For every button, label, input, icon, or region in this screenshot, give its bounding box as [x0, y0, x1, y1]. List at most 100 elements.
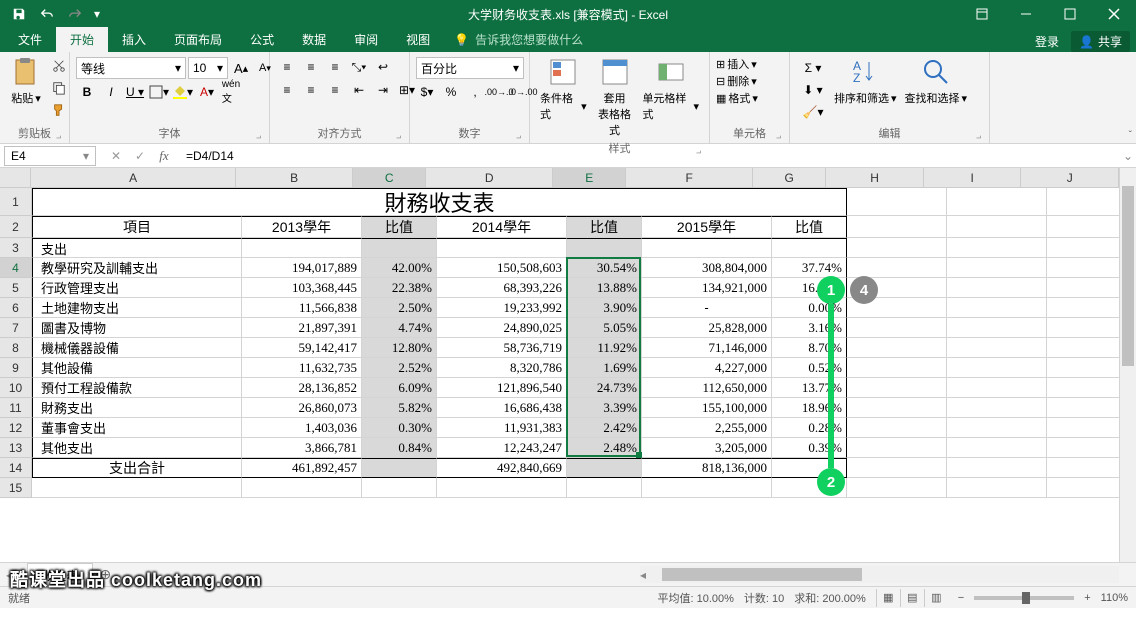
row-header-3[interactable]: 3 [0, 238, 32, 258]
cell-I12[interactable] [947, 418, 1047, 438]
zoom-out-icon[interactable]: − [958, 592, 964, 604]
row-header-1[interactable]: 1 [0, 188, 32, 216]
cell-D10[interactable]: 121,896,540 [437, 378, 567, 398]
cell-C11[interactable]: 5.82% [362, 398, 437, 418]
cell-C5[interactable]: 22.38% [362, 278, 437, 298]
row-header-5[interactable]: 5 [0, 278, 32, 298]
cell-B2[interactable]: 2013學年 [242, 216, 362, 238]
cell-H10[interactable] [847, 378, 947, 398]
cell-B5[interactable]: 103,368,445 [242, 278, 362, 298]
cell-I1[interactable] [947, 188, 1047, 216]
font-color-icon[interactable]: A▾ [196, 82, 218, 102]
align-middle-icon[interactable]: ≡ [300, 57, 322, 77]
sort-filter-button[interactable]: AZ排序和筛选▾ [830, 54, 901, 108]
cell-C15[interactable] [362, 478, 437, 498]
cell-G4[interactable]: 37.74% [772, 258, 847, 278]
cell-F9[interactable]: 4,227,000 [642, 358, 772, 378]
minimize-icon[interactable] [1004, 0, 1048, 28]
cell-C7[interactable]: 4.74% [362, 318, 437, 338]
cell-A11[interactable]: 財務支出 [32, 398, 242, 418]
format-as-table-button[interactable]: 套用 表格格式 [591, 54, 639, 140]
col-header-F[interactable]: F [626, 168, 753, 188]
vertical-scrollbar[interactable] [1119, 168, 1136, 562]
cell-D5[interactable]: 68,393,226 [437, 278, 567, 298]
cell-D7[interactable]: 24,890,025 [437, 318, 567, 338]
cell-A12[interactable]: 董事會支出 [32, 418, 242, 438]
col-header-J[interactable]: J [1021, 168, 1119, 188]
conditional-format-button[interactable]: 条件格式▾ [536, 54, 591, 124]
cell-D14[interactable]: 492,840,669 [437, 458, 567, 478]
row-header-14[interactable]: 14 [0, 458, 32, 478]
cell-F11[interactable]: 155,100,000 [642, 398, 772, 418]
find-select-button[interactable]: 查找和选择▾ [901, 54, 972, 108]
cell-I6[interactable] [947, 298, 1047, 318]
cell-C3[interactable] [362, 238, 437, 258]
row-header-15[interactable]: 15 [0, 478, 32, 498]
bold-icon[interactable]: B [76, 82, 98, 102]
cell-H13[interactable] [847, 438, 947, 458]
cell-I8[interactable] [947, 338, 1047, 358]
format-cells-button[interactable]: ▦格式 ▾ [716, 90, 758, 106]
cell-B15[interactable] [242, 478, 362, 498]
cell-A7[interactable]: 圖書及博物 [32, 318, 242, 338]
cell-B9[interactable]: 11,632,735 [242, 358, 362, 378]
cell-E6[interactable]: 3.90% [567, 298, 642, 318]
row-header-9[interactable]: 9 [0, 358, 32, 378]
row-header-10[interactable]: 10 [0, 378, 32, 398]
cell-I15[interactable] [947, 478, 1047, 498]
col-header-G[interactable]: G [753, 168, 826, 188]
cell-F8[interactable]: 71,146,000 [642, 338, 772, 358]
row-header-12[interactable]: 12 [0, 418, 32, 438]
increase-decimal-icon[interactable]: .00→.0 [488, 82, 510, 102]
cell-E12[interactable]: 2.42% [567, 418, 642, 438]
underline-icon[interactable]: U ▾ [124, 82, 146, 102]
cell-B11[interactable]: 26,860,073 [242, 398, 362, 418]
cell-G12[interactable]: 0.28% [772, 418, 847, 438]
cell-A10[interactable]: 預付工程設備款 [32, 378, 242, 398]
cell-E9[interactable]: 1.69% [567, 358, 642, 378]
col-header-H[interactable]: H [826, 168, 924, 188]
cell-C13[interactable]: 0.84% [362, 438, 437, 458]
cell-A9[interactable]: 其他設備 [32, 358, 242, 378]
font-name-select[interactable]: 等线▾ [76, 57, 186, 79]
save-icon[interactable] [6, 2, 32, 26]
row-header-11[interactable]: 11 [0, 398, 32, 418]
cancel-icon[interactable]: ✕ [104, 146, 128, 166]
fill-icon[interactable]: ⬇ ▾ [798, 80, 828, 100]
cell-C10[interactable]: 6.09% [362, 378, 437, 398]
zoom-level[interactable]: 110% [1101, 592, 1128, 604]
indent-increase-icon[interactable]: ⇥ [372, 80, 394, 100]
col-header-D[interactable]: D [426, 168, 553, 188]
cell-D9[interactable]: 8,320,786 [437, 358, 567, 378]
cell-B7[interactable]: 21,897,391 [242, 318, 362, 338]
cut-icon[interactable] [48, 56, 70, 76]
cell-B4[interactable]: 194,017,889 [242, 258, 362, 278]
cell-F5[interactable]: 134,921,000 [642, 278, 772, 298]
cell-D4[interactable]: 150,508,603 [437, 258, 567, 278]
cell-D12[interactable]: 11,931,383 [437, 418, 567, 438]
tell-me-search[interactable]: 💡 告诉我您想要做什么 [444, 27, 593, 52]
cell-D6[interactable]: 19,233,992 [437, 298, 567, 318]
cell-E7[interactable]: 5.05% [567, 318, 642, 338]
cell-F10[interactable]: 112,650,000 [642, 378, 772, 398]
cell-I7[interactable] [947, 318, 1047, 338]
insert-cells-button[interactable]: ⊞插入 ▾ [716, 56, 757, 72]
cell-I2[interactable] [947, 216, 1047, 238]
cell-E15[interactable] [567, 478, 642, 498]
cell-D13[interactable]: 12,243,247 [437, 438, 567, 458]
format-painter-icon[interactable] [48, 100, 70, 120]
italic-icon[interactable]: I [100, 82, 122, 102]
cell-F4[interactable]: 308,804,000 [642, 258, 772, 278]
cell-A1[interactable]: 財務收支表 [32, 188, 847, 216]
cell-G13[interactable]: 0.39% [772, 438, 847, 458]
cell-A6[interactable]: 土地建物支出 [32, 298, 242, 318]
cell-F14[interactable]: 818,136,000 [642, 458, 772, 478]
number-format-select[interactable]: 百分比▾ [416, 57, 524, 79]
cell-H15[interactable] [847, 478, 947, 498]
cell-B6[interactable]: 11,566,838 [242, 298, 362, 318]
tab-formulas[interactable]: 公式 [236, 27, 288, 52]
cell-C6[interactable]: 2.50% [362, 298, 437, 318]
delete-cells-button[interactable]: ⊟删除 ▾ [716, 73, 757, 89]
col-header-E[interactable]: E [553, 168, 626, 188]
cell-E13[interactable]: 2.48% [567, 438, 642, 458]
